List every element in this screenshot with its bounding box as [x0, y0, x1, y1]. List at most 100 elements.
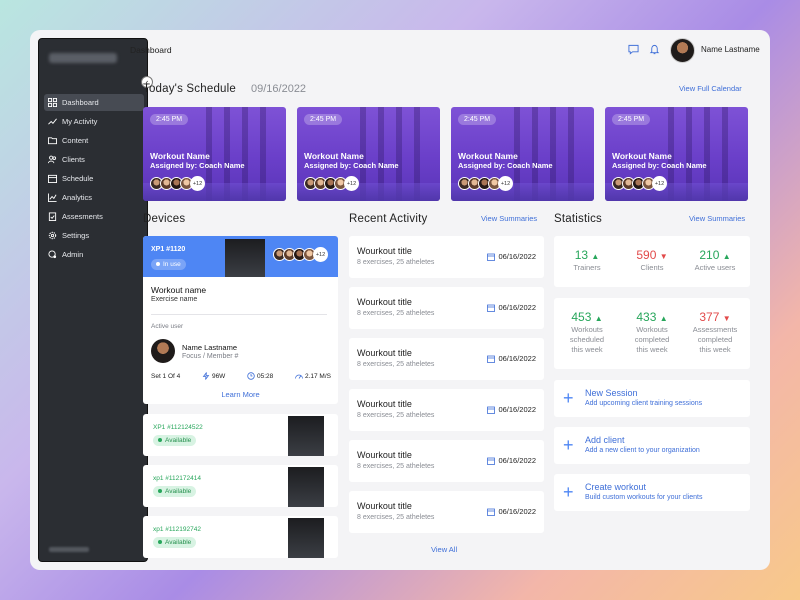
- device-card[interactable]: xp1 #112172414 Available: [143, 465, 338, 507]
- activity-date: 06/16/2022: [498, 456, 536, 465]
- workout-time: 2:45 PM: [612, 114, 650, 125]
- stat-label: scheduled: [570, 335, 604, 344]
- plus-icon: +: [563, 389, 574, 407]
- recent-activity-title: Recent Activity: [349, 213, 427, 225]
- stat-label: Assessments: [693, 325, 738, 334]
- device-card[interactable]: xp1 #112192742 Available: [143, 516, 338, 558]
- stat-workouts-completed: 433 ▲ Workoutscompletedthis week: [621, 310, 683, 355]
- activity-item[interactable]: Wourkout title 8 exercises, 25 atheletes…: [349, 287, 544, 329]
- trend-up-icon: ▲: [723, 252, 731, 261]
- activity-item[interactable]: Wourkout title 8 exercises, 25 atheletes…: [349, 236, 544, 278]
- sidebar-item-clients[interactable]: Clients: [44, 151, 144, 168]
- participants: +12: [458, 177, 510, 191]
- device-id: xp1 #112172414: [153, 475, 201, 482]
- activity-sub: 8 exercises, 25 atheletes: [357, 310, 434, 317]
- chat-icon[interactable]: [628, 44, 639, 55]
- time-value: 05:28: [257, 373, 273, 380]
- device-card-active[interactable]: XP1 #1120 In use +12 Workout name Exerci…: [143, 236, 338, 404]
- action-title: New Session: [585, 388, 638, 398]
- sidebar-item-schedule[interactable]: Schedule: [44, 170, 144, 187]
- activity-date: 06/16/2022: [498, 507, 536, 516]
- calendar-icon: [48, 174, 57, 183]
- folder-icon: [48, 136, 57, 145]
- activity-sub: 8 exercises, 25 atheletes: [357, 514, 434, 521]
- stat-clients: 590 ▼ Clients: [621, 248, 683, 273]
- activity-item[interactable]: Wourkout title 8 exercises, 25 atheletes…: [349, 389, 544, 431]
- more-participants-badge: +12: [344, 176, 359, 191]
- more-participants-badge: +12: [313, 247, 328, 262]
- new-session-button[interactable]: + New Session Add upcoming client traini…: [554, 380, 750, 417]
- stat-value: 377: [699, 310, 719, 324]
- gear-icon: [48, 231, 57, 240]
- activity-title: Wourkout title: [357, 399, 412, 409]
- trend-icon: [48, 117, 57, 126]
- activity-item[interactable]: Wourkout title 8 exercises, 25 atheletes…: [349, 440, 544, 482]
- sidebar-item-analytics[interactable]: Analytics: [44, 189, 144, 206]
- workout-card[interactable]: 2:45 PM Workout Name Assigned by: Coach …: [605, 107, 748, 201]
- workout-card[interactable]: 2:45 PM Workout Name Assigned by: Coach …: [297, 107, 440, 201]
- workout-name: Workout Name: [612, 151, 672, 161]
- machine-image: [288, 467, 324, 507]
- activity-date: 06/16/2022: [498, 252, 536, 261]
- sidebar-nav: Dashboard My Activity Content Clients Sc…: [44, 94, 144, 265]
- sidebar-item-settings[interactable]: Settings: [44, 227, 144, 244]
- stat-label: this week: [699, 345, 730, 354]
- avatar[interactable]: [670, 38, 695, 63]
- sidebar: ‹ Dashboard My Activity Content Clients …: [38, 38, 148, 562]
- divider: [151, 314, 327, 315]
- machine-image: [225, 239, 265, 277]
- active-user-name: Name Lastname: [182, 343, 237, 352]
- activity-item[interactable]: Wourkout title 8 exercises, 25 atheletes…: [349, 338, 544, 380]
- workout-name: Workout name: [151, 285, 206, 295]
- user-name[interactable]: Name Lastname: [701, 45, 760, 54]
- learn-more-link[interactable]: Learn More: [143, 390, 338, 399]
- view-all-link[interactable]: View All: [431, 545, 457, 554]
- add-client-button[interactable]: + Add client Add a new client to your or…: [554, 427, 750, 464]
- activity-sub: 8 exercises, 25 atheletes: [357, 259, 434, 266]
- device-id: xp1 #112192742: [153, 526, 201, 533]
- stat-value: 433: [636, 310, 656, 324]
- workout-name: Workout Name: [150, 151, 210, 161]
- calendar-icon: [487, 457, 495, 465]
- stat-label: Workouts: [571, 325, 603, 334]
- sidebar-item-content[interactable]: Content: [44, 132, 144, 149]
- sidebar-item-dashboard[interactable]: Dashboard: [44, 94, 144, 111]
- stat-label: Active users: [684, 263, 746, 273]
- activity-date: 06/16/2022: [498, 354, 536, 363]
- workout-card[interactable]: 2:45 PM Workout Name Assigned by: Coach …: [451, 107, 594, 201]
- stat-value: 210: [699, 248, 719, 262]
- sidebar-item-assesments[interactable]: Assesments: [44, 208, 144, 225]
- admin-icon: [48, 250, 57, 259]
- participants: +12: [273, 248, 325, 262]
- view-summaries-link[interactable]: View Summaries: [689, 214, 745, 223]
- workout-assigned: Assigned by: Coach Name: [612, 161, 707, 170]
- active-user-label: Active user: [151, 323, 183, 330]
- workout-name: Workout Name: [458, 151, 518, 161]
- stats-card-weekly: 453 ▲ Workoutsscheduled this week 433 ▲ W…: [554, 298, 750, 369]
- chart-icon: [48, 193, 57, 202]
- clipboard-icon: [48, 212, 57, 221]
- view-full-calendar-link[interactable]: View Full Calendar: [679, 84, 742, 93]
- trend-up-icon: ▲: [595, 314, 603, 323]
- sidebar-item-my-activity[interactable]: My Activity: [44, 113, 144, 130]
- stat-label: this week: [636, 345, 667, 354]
- device-card[interactable]: XP1 #112124522 Available: [143, 414, 338, 456]
- device-header: XP1 #1120 In use +12: [143, 236, 338, 277]
- device-id: XP1 #112124522: [153, 424, 203, 431]
- view-summaries-link[interactable]: View Summaries: [481, 214, 537, 223]
- schedule-date: 09/16/2022: [251, 83, 306, 95]
- activity-sub: 8 exercises, 25 atheletes: [357, 463, 434, 470]
- trend-up-icon: ▲: [591, 252, 599, 261]
- stat-value: 453: [571, 310, 591, 324]
- bell-icon[interactable]: [649, 44, 660, 55]
- exercise-name: Exercise name: [151, 296, 197, 303]
- workout-card[interactable]: 2:45 PM Workout Name Assigned by: Coach …: [143, 107, 286, 201]
- create-workout-button[interactable]: + Create workout Build custom workouts f…: [554, 474, 750, 511]
- stat-label: Trainers: [556, 263, 618, 273]
- status-badge: Available: [153, 435, 196, 446]
- activity-item[interactable]: Wourkout title 8 exercises, 25 atheletes…: [349, 491, 544, 533]
- action-title: Create workout: [585, 482, 646, 492]
- sidebar-item-label: Content: [62, 136, 88, 145]
- workout-time: 2:45 PM: [150, 114, 188, 125]
- sidebar-item-admin[interactable]: Admin: [44, 246, 144, 263]
